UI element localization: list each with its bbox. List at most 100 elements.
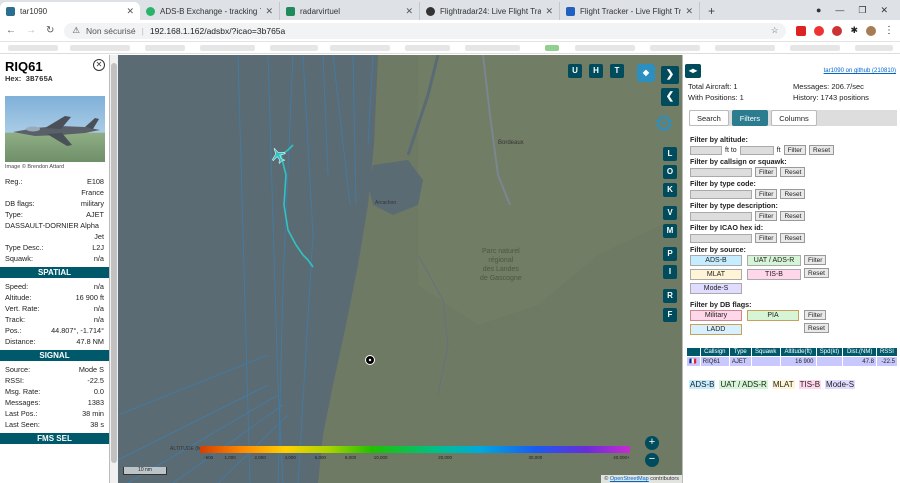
source-adsb-toggle[interactable]: ADS-B xyxy=(690,255,742,266)
typedesc-input[interactable] xyxy=(690,211,752,221)
menu-icon[interactable]: ⋮ xyxy=(884,25,894,36)
map-button-u[interactable]: U xyxy=(568,64,582,78)
bookmark-item[interactable] xyxy=(790,45,840,51)
map-button-l[interactable]: L xyxy=(663,147,677,161)
icao-reset-button[interactable]: Reset xyxy=(780,233,806,243)
typedesc-filter-button[interactable]: Filter xyxy=(755,211,778,221)
bookmark-item[interactable] xyxy=(330,45,390,51)
url-bar[interactable]: ⚠ Non sécurisé | 192.168.1.162/adsbx/?ic… xyxy=(64,22,787,39)
source-reset-button[interactable]: Reset xyxy=(804,268,829,278)
bookmark-item[interactable] xyxy=(715,45,775,51)
fms-sel-section-header[interactable]: FMS SEL xyxy=(0,433,109,444)
reload-icon[interactable]: ↻ xyxy=(46,25,54,36)
tab-filters[interactable]: Filters xyxy=(731,110,769,126)
pdf-extension-icon[interactable] xyxy=(796,25,807,36)
typedesc-reset-button[interactable]: Reset xyxy=(780,211,806,221)
avatar[interactable] xyxy=(866,25,876,36)
map-button-i[interactable]: I xyxy=(663,265,677,279)
source-tisb-toggle[interactable]: TIS-B xyxy=(747,269,801,280)
bookmark-item[interactable] xyxy=(200,45,255,51)
spatial-section-header[interactable]: SPATIAL xyxy=(0,267,109,278)
bookmark-item[interactable] xyxy=(70,45,130,51)
typecode-reset-button[interactable]: Reset xyxy=(780,189,806,199)
close-tab-icon[interactable]: ✕ xyxy=(265,6,273,17)
callsign-reset-button[interactable]: Reset xyxy=(780,167,806,177)
callsign-filter-button[interactable]: Filter xyxy=(755,167,778,177)
dbflag-military-toggle[interactable]: Military xyxy=(690,310,742,321)
bookmark-item[interactable] xyxy=(650,45,700,51)
bookmark-item[interactable] xyxy=(465,45,520,51)
dbflag-reset-button[interactable]: Reset xyxy=(804,323,829,333)
dbflag-filter-button[interactable]: Filter xyxy=(804,310,827,320)
bookmark-item[interactable] xyxy=(405,45,450,51)
osm-link[interactable]: OpenStreetMap xyxy=(610,476,649,482)
map-button-f[interactable]: F xyxy=(663,308,677,322)
dbflag-pia-toggle[interactable]: PIA xyxy=(747,310,799,321)
chevron-right-icon[interactable]: ❯ xyxy=(661,66,679,84)
bookmark-item[interactable] xyxy=(145,45,185,51)
column-header[interactable]: Squawk xyxy=(750,347,781,357)
source-modes-toggle[interactable]: Mode-S xyxy=(690,283,742,294)
map-canvas[interactable] xyxy=(118,55,682,483)
bookmark-item[interactable] xyxy=(855,45,893,51)
close-tab-icon[interactable]: ✕ xyxy=(405,6,413,17)
map-button-o[interactable]: O xyxy=(663,165,677,179)
column-header[interactable]: Altitude(ft) xyxy=(779,347,817,357)
icao-input[interactable] xyxy=(690,233,752,243)
column-header[interactable]: Dist.(NM) xyxy=(842,347,877,357)
source-uat-toggle[interactable]: UAT / ADS-R xyxy=(747,255,801,266)
map-button-k[interactable]: K xyxy=(663,183,677,197)
typecode-filter-button[interactable]: Filter xyxy=(755,189,778,199)
table-row[interactable]: 🇫🇷 RIQ61 AJET 16 900 47.8 -22.5 xyxy=(686,356,899,367)
expand-panel-icon[interactable]: ◂▸ xyxy=(685,64,701,78)
bookmark-item[interactable] xyxy=(8,45,58,51)
altitude-reset-button[interactable]: Reset xyxy=(809,145,835,155)
extensions-puzzle-icon[interactable]: ✱ xyxy=(850,25,858,36)
typecode-input[interactable] xyxy=(690,189,752,199)
column-header[interactable]: Callsign xyxy=(699,347,730,357)
close-window-button[interactable]: ✕ xyxy=(880,5,888,16)
back-icon[interactable]: ← xyxy=(6,25,16,36)
dbflag-ladd-toggle[interactable]: LADD xyxy=(690,324,742,335)
bookmark-item[interactable] xyxy=(270,45,318,51)
browser-tab-adsbx[interactable]: ADS-B Exchange - tracking 7157 ✕ xyxy=(140,2,280,20)
altitude-max-input[interactable] xyxy=(739,145,774,155)
browser-tab-tar1090[interactable]: tar1090 ✕ xyxy=(0,2,140,20)
bookmark-star-icon[interactable]: ☆ xyxy=(771,25,779,36)
maximize-button[interactable]: ❐ xyxy=(858,5,866,16)
close-tab-icon[interactable]: ✕ xyxy=(545,6,553,17)
signal-section-header[interactable]: SIGNAL xyxy=(0,350,109,361)
browser-tab-flightradar24[interactable]: Flightradar24: Live Flight Tracker ✕ xyxy=(420,2,560,20)
altitude-min-input[interactable] xyxy=(690,145,722,155)
close-tab-icon[interactable]: ✕ xyxy=(685,6,693,17)
map-button-t[interactable]: T xyxy=(610,64,624,78)
column-header[interactable]: Type xyxy=(728,347,752,357)
column-header[interactable]: Spd(kt) xyxy=(815,347,844,357)
map-button-p[interactable]: P xyxy=(663,247,677,261)
browser-tab-radarvirtuel[interactable]: radarvirtuel ✕ xyxy=(280,2,420,20)
column-header[interactable] xyxy=(686,347,701,357)
zoom-in-button[interactable]: + xyxy=(645,436,659,450)
vpn-extension-icon[interactable] xyxy=(832,25,843,36)
new-tab-button[interactable]: + xyxy=(700,2,723,20)
map-button-m[interactable]: M xyxy=(663,224,677,238)
icao-filter-button[interactable]: Filter xyxy=(755,233,778,243)
tab-search[interactable]: Search xyxy=(689,110,729,126)
profile-icon[interactable]: ● xyxy=(816,5,821,15)
bookmark-item[interactable] xyxy=(575,45,635,51)
layers-icon[interactable]: ◆ xyxy=(637,64,655,82)
close-icon[interactable]: ✕ xyxy=(93,59,105,71)
forward-icon[interactable]: → xyxy=(26,25,36,36)
sidebar-scrollbar[interactable] xyxy=(110,55,118,483)
source-mlat-toggle[interactable]: MLAT xyxy=(690,269,742,280)
url-text[interactable]: 192.168.1.162/adsbx/?icao=3b765a xyxy=(150,26,285,36)
settings-gear-icon[interactable]: ⚙ xyxy=(652,112,676,136)
map-button-h[interactable]: H xyxy=(589,64,603,78)
map-view[interactable]: Bordeaux Parc naturel régional des Lande… xyxy=(118,55,682,483)
zoom-out-button[interactable]: − xyxy=(645,453,659,467)
github-link[interactable]: tar1090 on github (210810) xyxy=(824,68,896,74)
aircraft-photo[interactable] xyxy=(5,96,105,162)
tab-columns[interactable]: Columns xyxy=(771,110,817,126)
altitude-filter-button[interactable]: Filter xyxy=(783,145,807,155)
minimize-button[interactable]: — xyxy=(835,5,844,15)
